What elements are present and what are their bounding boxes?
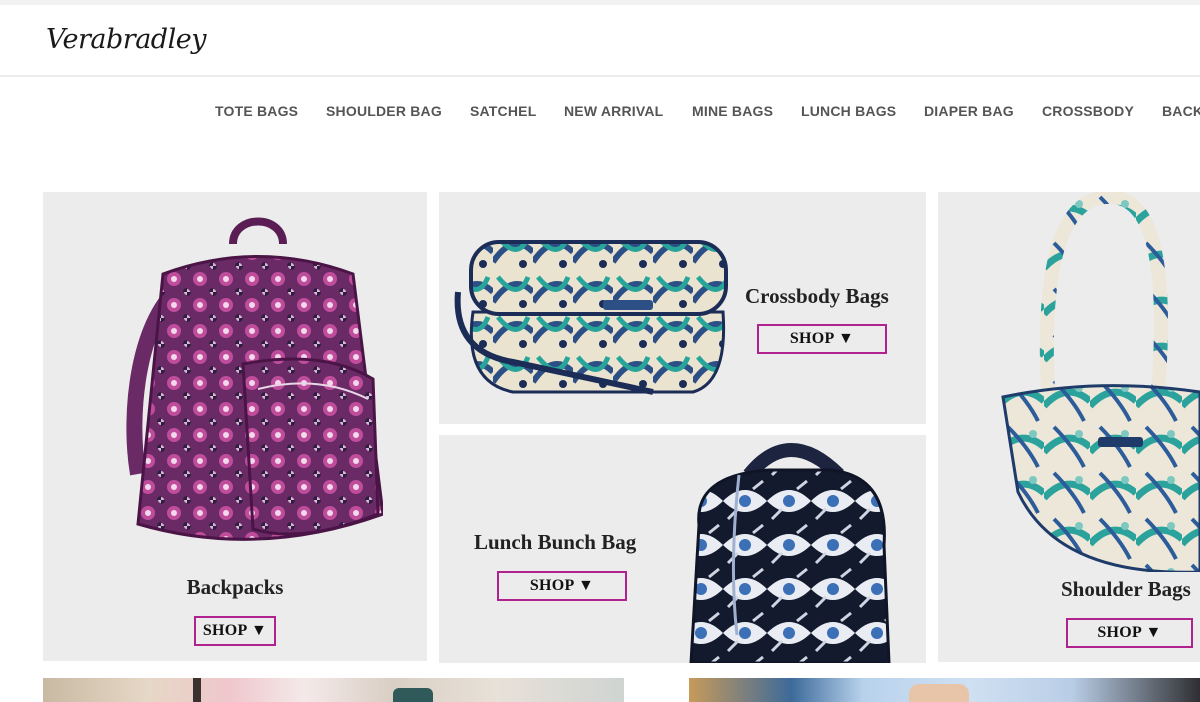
- nav-item-shoulder-bag[interactable]: SHOULDER BAG: [326, 103, 442, 119]
- nav-item-crossbody[interactable]: CROSSBODY: [1042, 103, 1134, 119]
- promo-banner-left[interactable]: [43, 678, 624, 702]
- lamp-post-shape: [193, 678, 201, 702]
- main-nav: TOTE BAGS SHOULDER BAG SATCHEL NEW ARRIV…: [0, 100, 1200, 124]
- site-header: Verabradley: [0, 5, 1200, 77]
- nav-item-tote-bags[interactable]: TOTE BAGS: [215, 103, 298, 119]
- crossbody-tile[interactable]: Crossbody Bags SHOP ▼: [439, 192, 926, 424]
- shoulder-bag-image: [1001, 192, 1200, 572]
- shoulder-bags-tile[interactable]: Shoulder Bags SHOP ▼: [938, 192, 1200, 662]
- crossbody-image: [454, 240, 728, 395]
- lunch-bunch-title: Lunch Bunch Bag: [474, 530, 637, 554]
- promo-banner-right[interactable]: [689, 678, 1200, 702]
- shoulder-bags-title: Shoulder Bags: [1061, 577, 1191, 601]
- nav-item-new-arrival[interactable]: NEW ARRIVAL: [564, 103, 663, 119]
- nav-item-mine-bags[interactable]: MINE BAGS: [692, 103, 773, 119]
- hands-shape: [909, 684, 969, 702]
- crossbody-shop-button[interactable]: SHOP ▼: [757, 324, 887, 354]
- nav-item-satchel[interactable]: SATCHEL: [470, 103, 536, 119]
- nav-item-diaper-bag[interactable]: DIAPER BAG: [924, 103, 1014, 119]
- backpacks-title: Backpacks: [186, 575, 284, 599]
- lunch-bunch-shop-button[interactable]: SHOP ▼: [497, 571, 627, 601]
- nav-item-lunch-bags[interactable]: LUNCH BAGS: [801, 103, 896, 119]
- bag-shape: [393, 688, 433, 702]
- backpacks-tile[interactable]: Backpacks SHOP ▼: [43, 192, 427, 661]
- backpacks-shop-button[interactable]: SHOP ▼: [194, 616, 276, 646]
- backpack-image: [126, 217, 383, 541]
- brand-logo[interactable]: Verabradley: [46, 23, 206, 57]
- shoulder-bags-shop-button[interactable]: SHOP ▼: [1066, 618, 1193, 648]
- nav-item-backpacks[interactable]: BACK: [1162, 103, 1200, 119]
- crossbody-title: Crossbody Bags: [745, 284, 889, 308]
- lunch-bag-image: [689, 443, 891, 663]
- lunch-bunch-tile[interactable]: Lunch Bunch Bag SHOP ▼: [439, 435, 926, 663]
